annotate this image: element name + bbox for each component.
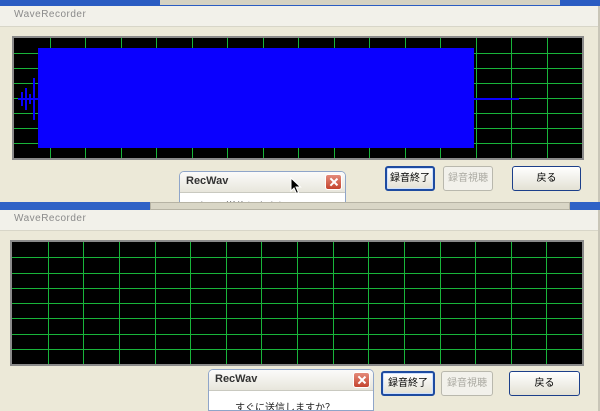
recwav-dialog-bottom: RecWav すぐに送信しますか？ bbox=[208, 369, 374, 411]
waveform-grid bbox=[12, 242, 582, 364]
listen-record-button[interactable]: 録音視聴 bbox=[441, 371, 493, 396]
dialog-title-bar: RecWav bbox=[180, 172, 345, 193]
waveform-grid bbox=[14, 38, 582, 158]
wave-recorder-window-bottom: WaveRecorder 録音終了 録音視聴 戻る RecWav すぐに送信しま… bbox=[0, 210, 600, 411]
close-icon[interactable] bbox=[353, 372, 370, 388]
back-button[interactable]: 戻る bbox=[512, 166, 581, 191]
window-title-bar: WaveRecorder bbox=[0, 6, 598, 27]
wave-recorder-window-top: WaveRecorder 録音終了 録音視聴 戻る RecWav すぐに送信しま… bbox=[0, 0, 600, 207]
dialog-title: RecWav bbox=[215, 373, 258, 385]
waveform-signal bbox=[38, 48, 474, 148]
dialog-message: すぐに送信しますか？ bbox=[235, 403, 335, 411]
window-title: WaveRecorder bbox=[14, 213, 87, 224]
window-title-bar: WaveRecorder bbox=[0, 210, 598, 231]
listen-record-button[interactable]: 録音視聴 bbox=[443, 166, 493, 191]
dialog-title: RecWav bbox=[186, 175, 229, 187]
waveform-scope bbox=[10, 240, 584, 366]
stop-record-button[interactable]: 録音終了 bbox=[381, 371, 435, 396]
back-button[interactable]: 戻る bbox=[509, 371, 580, 396]
background-window-edge bbox=[160, 0, 560, 5]
dialog-title-bar: RecWav bbox=[209, 370, 373, 391]
close-icon[interactable] bbox=[325, 174, 342, 190]
arrow-cursor-icon bbox=[290, 177, 302, 195]
stop-record-button[interactable]: 録音終了 bbox=[385, 166, 435, 191]
background-window-edge bbox=[150, 202, 570, 210]
window-title: WaveRecorder bbox=[14, 9, 87, 20]
waveform-scope bbox=[12, 36, 584, 160]
